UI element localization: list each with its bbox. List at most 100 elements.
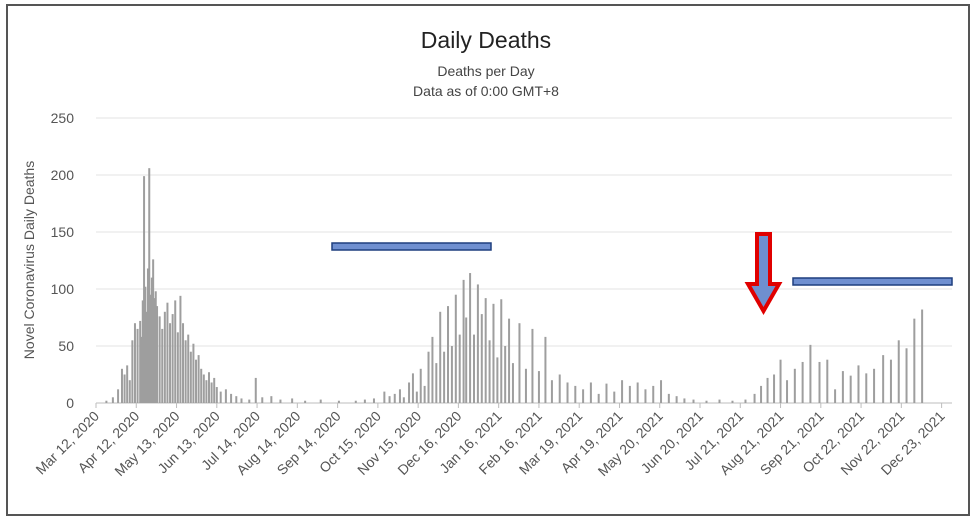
bar <box>210 382 213 403</box>
bar <box>111 397 114 403</box>
bar <box>291 398 294 403</box>
y-tick-label: 200 <box>51 167 75 183</box>
y-tick-label: 250 <box>51 110 75 126</box>
bar <box>120 368 123 403</box>
bar <box>469 273 472 403</box>
y-tick-label: 150 <box>51 224 75 240</box>
bar <box>826 359 829 403</box>
bar <box>192 343 195 403</box>
bar <box>240 398 243 403</box>
bar <box>454 294 457 403</box>
bar <box>337 400 340 403</box>
bar <box>354 400 357 403</box>
bar <box>882 355 885 403</box>
bar <box>496 357 499 403</box>
bar <box>117 389 120 403</box>
bar <box>753 393 756 403</box>
bar <box>388 396 391 403</box>
chart-title: Daily Deaths <box>421 27 551 53</box>
bar <box>402 397 405 403</box>
bar <box>158 316 161 403</box>
bar <box>213 377 216 403</box>
annotation-bar-left <box>331 242 492 251</box>
bar <box>652 385 655 403</box>
bar <box>195 359 198 403</box>
bar <box>450 346 453 403</box>
bar <box>372 398 375 403</box>
bar <box>197 355 200 403</box>
bar <box>558 374 561 403</box>
bar <box>187 334 190 403</box>
bar <box>582 389 585 403</box>
bar <box>921 309 924 403</box>
bar <box>136 328 139 403</box>
bar <box>779 359 782 403</box>
bar <box>447 306 450 403</box>
bar <box>550 380 553 403</box>
bar <box>443 351 446 403</box>
bar <box>801 361 804 403</box>
bar <box>169 323 172 403</box>
bar <box>667 393 670 403</box>
bar <box>398 389 401 403</box>
bar <box>462 279 465 403</box>
bar <box>628 385 631 403</box>
bar <box>683 398 686 403</box>
bar <box>841 371 844 403</box>
bar <box>597 393 600 403</box>
bar <box>786 380 789 403</box>
annotation-bar-right <box>792 277 953 286</box>
bar <box>524 368 527 403</box>
bar <box>718 399 721 403</box>
bar <box>705 400 708 403</box>
bar <box>254 377 257 403</box>
down-arrow-icon <box>744 232 783 316</box>
bar <box>458 334 461 403</box>
bar <box>857 365 860 403</box>
bar <box>174 300 177 403</box>
bar <box>500 299 503 403</box>
bar <box>574 385 577 403</box>
x-axis-ticks: Mar 12, 2020Apr 12, 2020May 13, 2020Jun … <box>32 403 948 479</box>
bar <box>215 387 218 403</box>
bar <box>818 361 821 403</box>
bar <box>105 400 108 403</box>
bar <box>621 380 624 403</box>
annotation-overlays <box>331 232 953 316</box>
bar <box>511 363 514 403</box>
bar <box>484 298 487 403</box>
bar <box>476 284 479 403</box>
bar <box>248 399 251 403</box>
bar <box>163 311 166 403</box>
bar <box>235 396 238 403</box>
bar <box>492 303 495 403</box>
bar <box>675 396 678 403</box>
bar <box>383 391 386 403</box>
bar <box>809 344 812 403</box>
bar <box>230 393 233 403</box>
bar <box>166 302 169 403</box>
bar <box>849 375 852 403</box>
bar <box>202 374 205 403</box>
bar <box>205 380 208 403</box>
bar <box>179 295 182 403</box>
bar <box>133 323 136 403</box>
bar <box>393 393 396 403</box>
bar <box>731 400 734 403</box>
bar <box>363 399 366 403</box>
bar <box>415 391 418 403</box>
bar <box>897 340 900 403</box>
bar <box>865 373 868 403</box>
bar <box>873 368 876 403</box>
bar <box>176 332 179 403</box>
y-axis-ticks: 0 50 100 150 200 250 <box>51 110 75 411</box>
bar <box>261 397 264 403</box>
bar <box>566 382 569 403</box>
bar <box>123 374 126 403</box>
bar <box>834 389 837 403</box>
bar <box>431 336 434 403</box>
bar <box>423 385 426 403</box>
chart-subtitle-1: Deaths per Day <box>437 63 534 79</box>
bar <box>660 380 663 403</box>
bar <box>508 318 511 403</box>
